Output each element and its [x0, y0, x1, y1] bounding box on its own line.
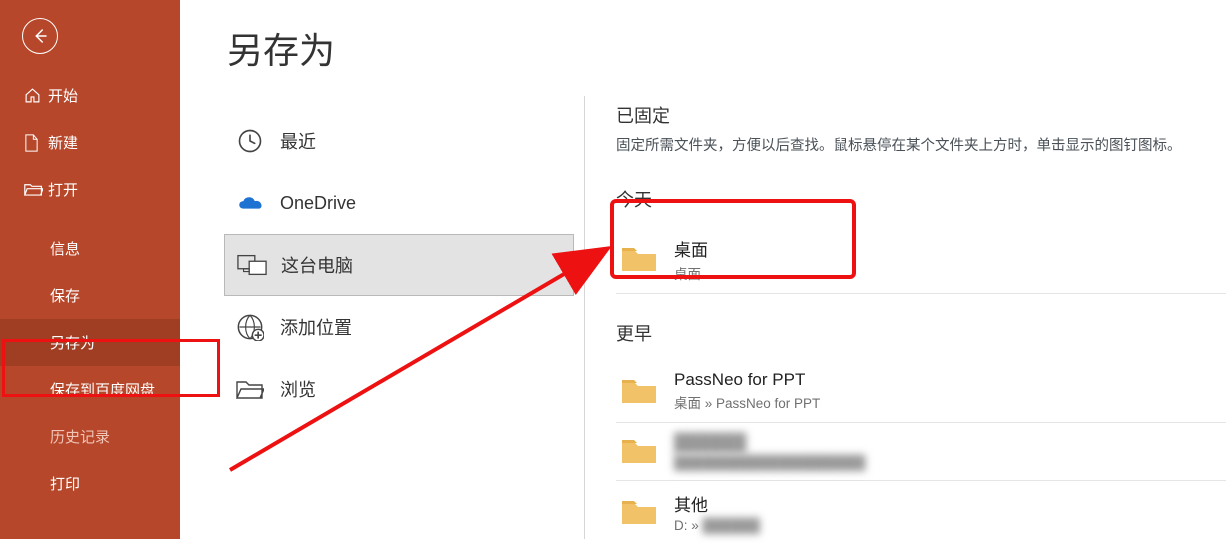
sidebar-item-history[interactable]: 历史记录 — [0, 413, 180, 460]
location-column: 另存为 最近 OneDrive 这台电脑 添加位置 浏览 — [224, 0, 584, 539]
sidebar-item-new[interactable]: 新建 — [0, 119, 180, 166]
sidebar-item-save[interactable]: 保存 — [0, 272, 180, 319]
home-icon — [24, 87, 48, 104]
sidebar-item-info[interactable]: 信息 — [0, 225, 180, 272]
clock-icon — [236, 127, 280, 155]
add-place-icon — [236, 313, 280, 341]
folder-icon — [620, 376, 674, 406]
folder-open-icon — [24, 182, 48, 197]
folder-row-other[interactable]: 其他 D: » ██████ — [616, 481, 1226, 543]
back-arrow-icon — [31, 27, 49, 45]
folder-row-passneo[interactable]: PassNeo for PPT 桌面 » PassNeo for PPT — [616, 360, 1226, 423]
sidebar-label: 开始 — [48, 85, 78, 106]
onedrive-icon — [236, 193, 280, 213]
folder-name: 桌面 — [674, 236, 708, 261]
backstage-sidebar: 开始 新建 打开 信息 保存 另存为 保存到百度网盘 历史记录 打印 — [0, 0, 180, 539]
folder-path: 桌面 » PassNeo for PPT — [674, 392, 820, 412]
location-add-place[interactable]: 添加位置 — [224, 296, 574, 358]
browse-folder-icon — [236, 378, 280, 400]
folder-row-redacted[interactable]: ██████ ████████████████████ — [616, 423, 1226, 481]
sidebar-label: 打开 — [48, 179, 78, 200]
folder-name: 其他 — [674, 491, 760, 516]
folder-path: ████████████████████ — [674, 455, 865, 470]
this-pc-icon — [237, 252, 281, 278]
sidebar-item-saveas[interactable]: 另存为 — [0, 319, 180, 366]
folder-icon — [620, 436, 674, 466]
section-pinned-header: 已固定 — [616, 102, 1229, 128]
location-onedrive[interactable]: OneDrive — [224, 172, 574, 234]
folder-icon — [620, 244, 674, 274]
folder-name: ██████ — [674, 433, 865, 453]
folder-path: 桌面 — [674, 263, 708, 283]
folder-path: D: » ██████ — [674, 518, 760, 533]
location-recent[interactable]: 最近 — [224, 110, 574, 172]
location-this-pc[interactable]: 这台电脑 — [224, 234, 574, 296]
sidebar-item-open[interactable]: 打开 — [0, 166, 180, 213]
folder-icon — [620, 497, 674, 527]
section-older-header: 更早 — [616, 320, 1229, 346]
sidebar-label: 新建 — [48, 132, 78, 153]
section-today-header: 今天 — [616, 186, 1229, 212]
file-icon — [24, 134, 48, 152]
section-pinned-desc: 固定所需文件夹，方便以后查找。鼠标悬停在某个文件夹上方时，单击显示的图钉图标。 — [616, 136, 1229, 158]
folder-row-desktop[interactable]: 桌面 桌面 — [616, 226, 1226, 294]
sidebar-item-home[interactable]: 开始 — [0, 72, 180, 119]
sidebar-item-baidupan[interactable]: 保存到百度网盘 — [0, 366, 180, 413]
location-browse[interactable]: 浏览 — [224, 358, 574, 420]
page-title: 另存为 — [224, 22, 584, 74]
folder-name: PassNeo for PPT — [674, 370, 820, 390]
folder-list-column: 已固定 固定所需文件夹，方便以后查找。鼠标悬停在某个文件夹上方时，单击显示的图钉… — [584, 0, 1229, 539]
sidebar-item-print[interactable]: 打印 — [0, 460, 180, 507]
back-button[interactable] — [22, 18, 58, 54]
